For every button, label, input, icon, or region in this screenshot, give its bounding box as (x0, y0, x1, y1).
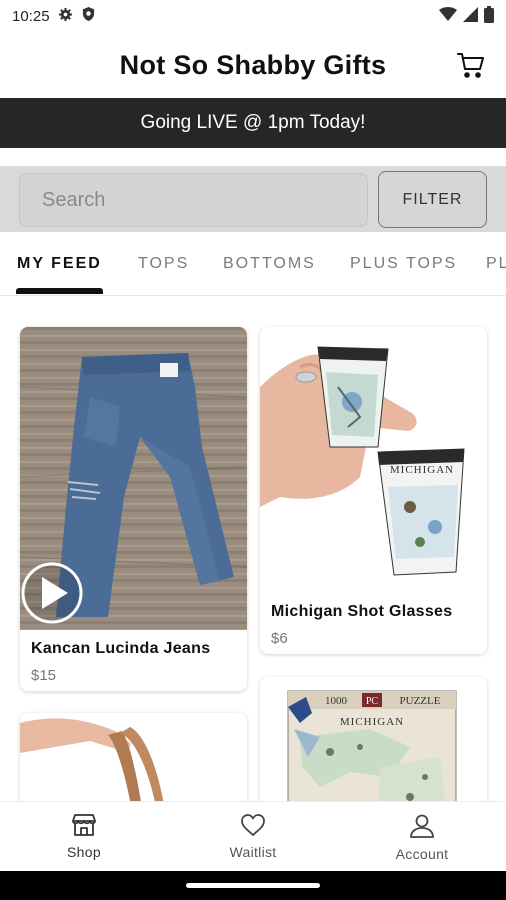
puzzle-brand: PC (366, 696, 379, 707)
product-price: $6 (271, 630, 288, 647)
product-image-jeans (20, 327, 247, 630)
app-title: Not So Shabby Gifts (119, 49, 387, 80)
cart-icon (457, 53, 484, 78)
nav-label: Account (395, 846, 449, 862)
product-feed[interactable]: Kancan Lucinda Jeans $15 MICHIGAN Michig (0, 297, 506, 801)
tab-bottoms[interactable]: BOTTOMS (223, 255, 316, 273)
nav-shop[interactable]: Shop (0, 802, 168, 872)
search-bar: FILTER (0, 166, 506, 232)
product-image (20, 713, 247, 801)
status-left: 10:25 (12, 6, 96, 26)
glass-label: MICHIGAN (390, 464, 454, 476)
tab-plus-bottoms[interactable]: PL (486, 255, 506, 273)
product-price: $15 (31, 667, 57, 684)
nav-label: Shop (67, 844, 101, 860)
tab-plus-tops[interactable]: PLUS TOPS (350, 255, 457, 273)
product-card[interactable]: 1000 PC PUZZLE MICHIGAN (260, 677, 487, 801)
product-image: 1000 PC PUZZLE MICHIGAN (260, 677, 487, 801)
status-bar: 10:25 (0, 0, 506, 32)
search-input[interactable] (19, 173, 368, 227)
product-card[interactable] (20, 713, 247, 801)
puzzle-word: PUZZLE (400, 695, 441, 707)
puzzle-count: 1000 (325, 695, 348, 707)
wifi-icon (439, 7, 457, 25)
puzzle-map-title: MICHIGAN (340, 716, 404, 728)
active-tab-indicator (16, 288, 103, 294)
bottom-nav: Shop Waitlist Account (0, 801, 506, 871)
heart-icon (241, 814, 265, 836)
product-image-shot-glasses: MICHIGAN (260, 327, 487, 591)
battery-icon (484, 5, 494, 27)
shield-icon (81, 6, 96, 26)
gear-icon (58, 7, 73, 26)
product-card-jeans[interactable]: Kancan Lucinda Jeans $15 (20, 327, 247, 691)
filter-button[interactable]: FILTER (378, 171, 487, 228)
status-time: 10:25 (12, 7, 50, 25)
banner-text: Going LIVE @ 1pm Today! (140, 112, 366, 133)
tab-tops[interactable]: TOPS (138, 255, 189, 273)
shop-icon (72, 814, 96, 836)
announcement-banner[interactable]: Going LIVE @ 1pm Today! (0, 98, 506, 148)
cell-signal-icon (463, 6, 478, 26)
product-title: Michigan Shot Glasses (271, 603, 453, 620)
category-tabs: MY FEED TOPS BOTTOMS PLUS TOPS PL (0, 240, 506, 296)
nav-account[interactable]: Account (338, 802, 506, 872)
home-gesture-handle[interactable] (186, 883, 320, 888)
system-nav-bar (0, 871, 506, 900)
cart-button[interactable] (456, 50, 486, 80)
play-video-icon[interactable] (21, 562, 83, 624)
tab-my-feed[interactable]: MY FEED (17, 255, 102, 273)
person-icon (410, 814, 434, 838)
product-card-shot-glasses[interactable]: MICHIGAN Michigan Shot Glasses $6 (260, 327, 487, 654)
app-header: Not So Shabby Gifts (0, 32, 506, 98)
nav-label: Waitlist (229, 844, 277, 860)
status-right (439, 5, 494, 27)
product-title: Kancan Lucinda Jeans (31, 640, 211, 657)
nav-waitlist[interactable]: Waitlist (169, 802, 337, 872)
